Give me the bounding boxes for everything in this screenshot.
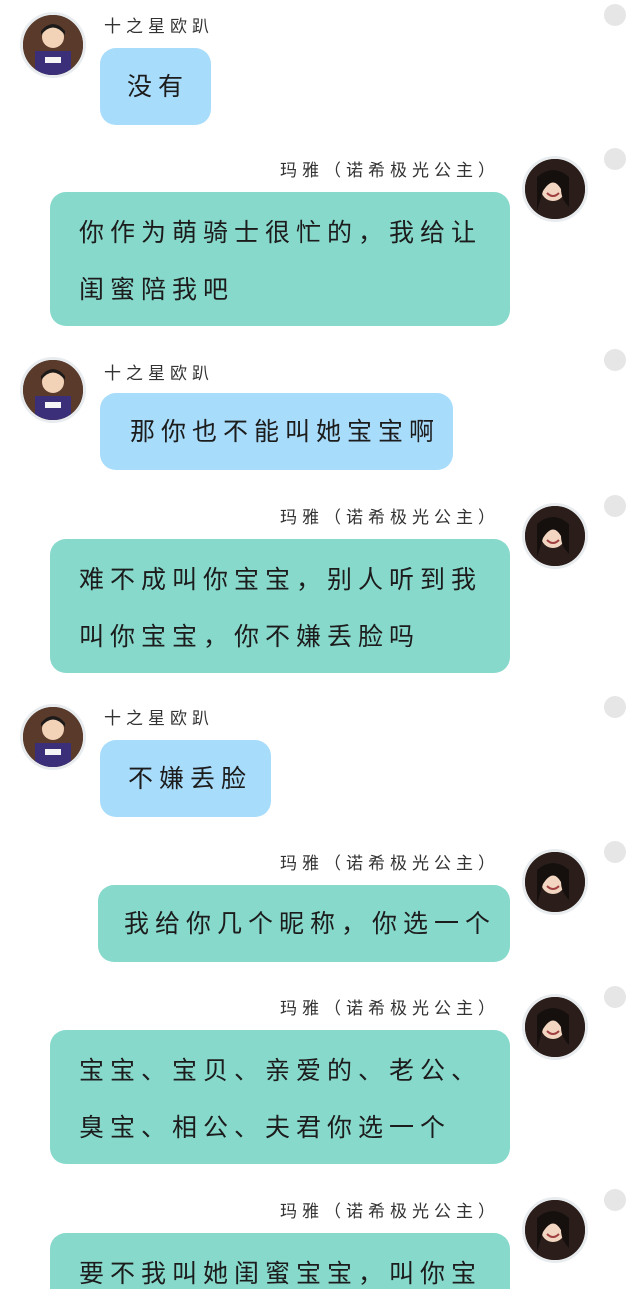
- sender-name: 玛雅（诺希极光公主）: [280, 999, 500, 1019]
- message-row: 十之星欧趴 那你也不能叫她宝宝啊: [0, 345, 640, 485]
- sender-name: 十之星欧趴: [104, 364, 214, 384]
- sender-name: 玛雅（诺希极光公主）: [280, 161, 500, 181]
- message-text: 你作为萌骑士很忙的，我给让: [79, 218, 483, 247]
- avatar-left[interactable]: [20, 704, 86, 770]
- avatar-right[interactable]: [522, 849, 588, 915]
- sender-name: 玛雅（诺希极光公主）: [280, 508, 500, 528]
- message-bubble[interactable]: 我给你几个昵称，你选一个: [98, 885, 510, 962]
- avatar-right[interactable]: [522, 994, 588, 1060]
- avatar-right[interactable]: [522, 503, 588, 569]
- message-text: 没有: [127, 72, 190, 101]
- message-text: 不嫌丢脸: [128, 764, 253, 793]
- message-row: 玛雅（诺希极光公主） 你作为萌骑士很忙的，我给让 闺蜜陪我吧: [0, 140, 640, 340]
- message-row: 玛雅（诺希极光公主） 我给你几个昵称，你选一个: [0, 835, 640, 970]
- sender-name: 玛雅（诺希极光公主）: [280, 854, 500, 874]
- status-dot: [604, 1189, 626, 1211]
- message-bubble[interactable]: 你作为萌骑士很忙的，我给让 闺蜜陪我吧: [50, 192, 510, 326]
- message-row: 玛雅（诺希极光公主） 难不成叫你宝宝，别人听到我 叫你宝宝，你不嫌丢脸吗: [0, 487, 640, 687]
- status-dot: [604, 696, 626, 718]
- message-text: 闺蜜陪我吧: [79, 275, 235, 304]
- avatar-left[interactable]: [20, 357, 86, 423]
- sender-name: 十之星欧趴: [104, 709, 214, 729]
- avatar-left[interactable]: [20, 12, 86, 78]
- message-bubble[interactable]: 那你也不能叫她宝宝啊: [100, 393, 453, 470]
- message-text: 宝宝、宝贝、亲爱的、老公、: [79, 1056, 483, 1085]
- message-row: 十之星欧趴 没有: [0, 0, 640, 140]
- message-bubble[interactable]: 没有: [100, 48, 211, 125]
- message-row: 玛雅（诺希极光公主） 要不我叫她闺蜜宝宝，叫你宝: [0, 1183, 640, 1289]
- message-bubble[interactable]: 宝宝、宝贝、亲爱的、老公、 臭宝、相公、夫君你选一个: [50, 1030, 510, 1164]
- message-row: 玛雅（诺希极光公主） 宝宝、宝贝、亲爱的、老公、 臭宝、相公、夫君你选一个: [0, 980, 640, 1180]
- message-bubble[interactable]: 难不成叫你宝宝，别人听到我 叫你宝宝，你不嫌丢脸吗: [50, 539, 510, 673]
- message-text: 那你也不能叫她宝宝啊: [130, 417, 441, 446]
- status-dot: [604, 4, 626, 26]
- chat-thread: 十之星欧趴 没有 玛雅（诺希极光公主） 你作为萌骑士很忙的，我给让 闺蜜陪我吧 …: [0, 0, 640, 1289]
- status-dot: [604, 986, 626, 1008]
- message-row: 十之星欧趴 不嫌丢脸: [0, 692, 640, 832]
- status-dot: [604, 349, 626, 371]
- sender-name: 十之星欧趴: [104, 17, 214, 37]
- avatar-right[interactable]: [522, 156, 588, 222]
- sender-name: 玛雅（诺希极光公主）: [280, 1202, 500, 1222]
- message-bubble[interactable]: 要不我叫她闺蜜宝宝，叫你宝: [50, 1233, 510, 1289]
- message-text: 臭宝、相公、夫君你选一个: [79, 1113, 452, 1142]
- status-dot: [604, 148, 626, 170]
- message-text: 要不我叫她闺蜜宝宝，叫你宝: [79, 1259, 483, 1288]
- message-text: 叫你宝宝，你不嫌丢脸吗: [79, 622, 421, 651]
- status-dot: [604, 495, 626, 517]
- avatar-right[interactable]: [522, 1197, 588, 1263]
- status-dot: [604, 841, 626, 863]
- message-bubble[interactable]: 不嫌丢脸: [100, 740, 271, 817]
- message-text: 难不成叫你宝宝，别人听到我: [79, 565, 483, 594]
- message-text: 我给你几个昵称，你选一个: [124, 909, 497, 938]
